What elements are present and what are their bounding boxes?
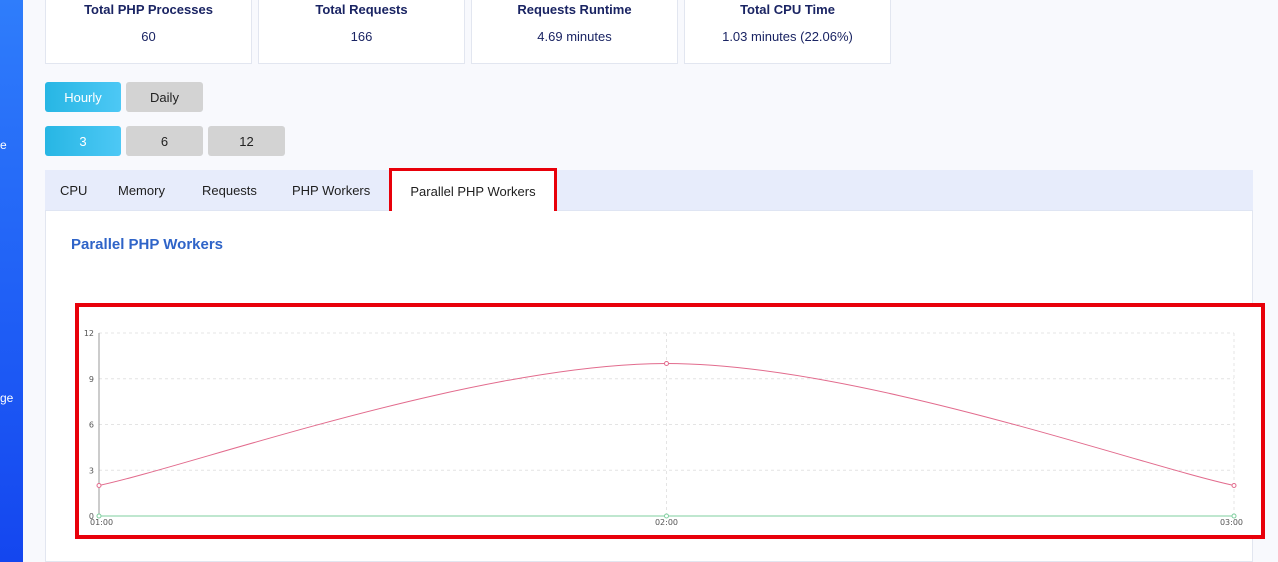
stat-value: 166 — [350, 29, 373, 44]
stat-card-requests-runtime: Requests Runtime 4.69 minutes — [471, 0, 678, 64]
range-3-button[interactable]: 3 — [45, 126, 121, 156]
tab-memory[interactable]: Memory — [118, 170, 165, 210]
tab-requests[interactable]: Requests — [202, 170, 257, 210]
data-point — [664, 361, 669, 366]
daily-button[interactable]: Daily — [126, 82, 203, 112]
x-tick-label: 03:00 — [1220, 518, 1243, 527]
sidebar: e ge — [0, 0, 23, 562]
data-point — [1231, 483, 1237, 488]
data-point — [1231, 513, 1237, 519]
tab-cpu[interactable]: CPU — [60, 170, 87, 210]
tab-php-workers[interactable]: PHP Workers — [292, 170, 370, 210]
y-tick-label: 12 — [84, 329, 94, 338]
y-tick-label: 9 — [89, 375, 94, 384]
y-tick-label: 6 — [89, 421, 94, 430]
stat-card-cpu-time: Total CPU Time 1.03 minutes (22.06%) — [684, 0, 891, 64]
stat-label: Total CPU Time — [740, 2, 835, 17]
data-point — [664, 513, 669, 519]
line-chart: 03691201:00 02:00 03:00 — [84, 329, 1243, 527]
stat-value: 1.03 minutes (22.06%) — [722, 29, 853, 44]
data-point — [96, 513, 102, 519]
panel-title: Parallel PHP Workers — [71, 236, 224, 253]
y-tick-label: 3 — [89, 466, 94, 475]
tab-parallel-php-workers[interactable]: Parallel PHP Workers — [389, 168, 557, 214]
stat-label: Total PHP Processes — [84, 2, 213, 17]
hourly-button[interactable]: Hourly — [45, 82, 121, 112]
x-tick-label: 01:00 — [90, 518, 113, 527]
chart-container: 0 3 6 9 12 01:00 02:00 03:00 — [75, 303, 1265, 539]
range-6-button[interactable]: 6 — [126, 126, 203, 156]
sidebar-fragment[interactable]: ge — [0, 391, 13, 405]
sidebar-fragment[interactable]: e — [0, 138, 7, 152]
range-12-button[interactable]: 12 — [208, 126, 285, 156]
stat-card-requests: Total Requests 166 — [258, 0, 465, 64]
stat-value: 4.69 minutes — [537, 29, 612, 44]
stat-label: Requests Runtime — [517, 2, 632, 17]
chart-tabs: CPU Memory Requests PHP Workers Parallel… — [45, 168, 1253, 214]
stat-card-php-processes: Total PHP Processes 60 — [45, 0, 252, 64]
x-tick-label: 02:00 — [655, 518, 678, 527]
stat-value: 60 — [141, 29, 156, 44]
data-point — [96, 483, 102, 488]
stat-label: Total Requests — [315, 2, 408, 17]
